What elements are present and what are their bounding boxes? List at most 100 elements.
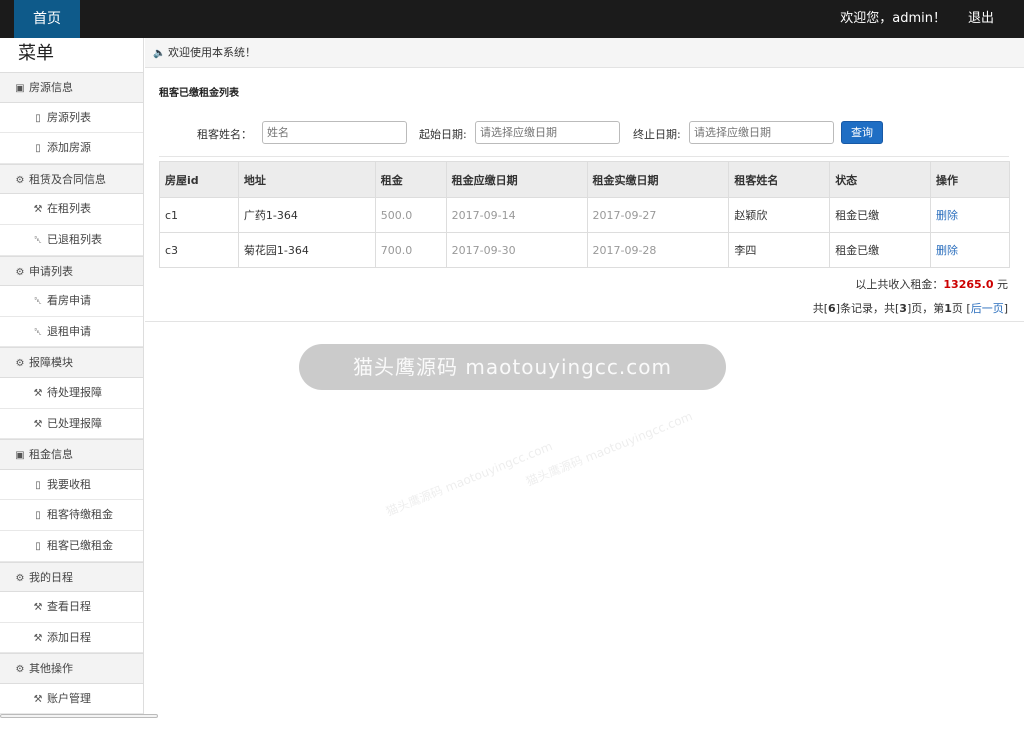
card-icon: ▣ <box>15 83 25 94</box>
speaker-icon: 🔈 <box>153 48 166 59</box>
sidebar-item-label: 退租申请 <box>47 324 91 338</box>
start-date-input[interactable] <box>475 121 620 144</box>
sidebar-item[interactable]: ␡ 看房申请 <box>0 286 143 317</box>
sidebar-item-label: 已处理报障 <box>47 416 102 430</box>
welcome-text: 欢迎您，admin！ <box>840 11 946 26</box>
sidebar-group-label: 我的日程 <box>29 570 73 584</box>
watermark-banner: 猫头鹰源码 maotouyingcc.com <box>299 344 726 390</box>
total-records: 6 <box>828 302 836 315</box>
sidebar-item-label: 我要收租 <box>47 477 91 491</box>
tenant-name-input[interactable] <box>262 121 407 144</box>
pager-text: 页 [ <box>951 302 971 315</box>
gear-icon: ⚙ <box>15 572 25 584</box>
sidebar-item[interactable]: ⚒ 添加日程 <box>0 623 143 654</box>
document-icon: ▯ <box>35 510 41 522</box>
sidebar-group-label: 租赁及合同信息 <box>29 172 106 186</box>
delete-link[interactable]: 删除 <box>936 209 958 222</box>
table-row: c1 广药1-364 500.0 2017-09-14 2017-09-27 赵颖欣 租金已… <box>159 197 1010 233</box>
pager-text: 共[ <box>812 302 829 315</box>
table-row: c3 菊花园1-364 700.0 2017-09-30 2017-09-28 李四 租金已… <box>159 232 1010 268</box>
sidebar-group[interactable]: ▣ 房源信息 <box>0 72 143 103</box>
column-header: 租金应缴日期 <box>445 161 588 198</box>
sidebar-item-label: 已退租列表 <box>47 232 102 246</box>
trash-icon: ␡ <box>34 296 42 308</box>
wrench-icon: ⚒ <box>33 204 43 216</box>
sidebar-group-label: 申请列表 <box>29 264 73 278</box>
column-header: 状态 <box>829 161 932 198</box>
breadcrumb: 🔈 欢迎使用本系统！ <box>145 38 1024 68</box>
document-icon: ▯ <box>35 540 41 552</box>
query-button[interactable]: 查询 <box>841 121 883 144</box>
sidebar-item[interactable]: ⚒ 待处理报障 <box>0 378 143 409</box>
column-header: 租客姓名 <box>728 161 831 198</box>
wrench-icon: ⚒ <box>33 602 43 614</box>
sidebar-item[interactable]: ␡ 退租申请 <box>0 317 143 348</box>
sidebar-scrollbar[interactable] <box>0 714 158 718</box>
action-cell: 删除 <box>930 197 1010 233</box>
sidebar-item-label: 账户管理 <box>47 691 91 705</box>
table-cell: 700.0 <box>374 232 447 268</box>
table-cell: 租金已缴 <box>829 232 932 268</box>
sidebar-item[interactable]: ⚒ 已处理报障 <box>0 409 143 440</box>
table-cell: 2017-09-28 <box>586 232 730 268</box>
table-header-row: 房屋id 地址 租金 租金应缴日期 租金实缴日期 租客姓名 状态 操作 <box>159 161 1010 198</box>
sidebar-group[interactable]: ⚙ 其他操作 <box>0 653 143 684</box>
action-cell: 删除 <box>930 232 1010 268</box>
sidebar-item[interactable]: ▯ 房源列表 <box>0 103 143 134</box>
sidebar-item[interactable]: ⚒ 账户管理 <box>0 684 143 715</box>
sidebar-group[interactable]: ▣ 租金信息 <box>0 439 143 470</box>
sidebar-item-label: 看房申请 <box>47 294 91 308</box>
summary-label: 以上共收入租金： <box>855 278 944 291</box>
document-icon: ▯ <box>35 143 41 155</box>
rent-summary: 以上共收入租金：13265.0 元 <box>855 276 1008 292</box>
sidebar-item-label: 添加日程 <box>47 630 91 644</box>
sidebar-item[interactable]: ▯ 租客已缴租金 <box>0 531 143 562</box>
gear-icon: ⚙ <box>15 266 25 278</box>
side-menu: ▣ 房源信息 ▯ 房源列表 ▯ 添加房源 ⚙ 租赁及合同信息 ⚒ 在租列表 ␡ 已退租列表 ⚙ 申请列表 ␡… <box>0 72 143 715</box>
logout-link[interactable]: 退出 <box>968 0 994 38</box>
pagination: 共[6]条记录，共[3]页，第1页 [后一页] <box>813 300 1008 316</box>
pager-text: ] <box>1003 302 1008 315</box>
sidebar-item[interactable]: ⚒ 在租列表 <box>0 194 143 225</box>
table-cell: 2017-09-30 <box>445 232 588 268</box>
sidebar-group-label: 报障模块 <box>29 356 73 370</box>
delete-link[interactable]: 删除 <box>936 244 958 257</box>
pager-text: ]页，第 <box>906 302 945 315</box>
end-date-input[interactable] <box>689 121 834 144</box>
sidebar-item[interactable]: ▯ 我要收租 <box>0 470 143 501</box>
sidebar-item[interactable]: ␡ 已退租列表 <box>0 225 143 256</box>
top-navbar: 首页 欢迎您，admin！ 退出 <box>0 0 1024 38</box>
sidebar-group[interactable]: ⚙ 我的日程 <box>0 561 143 593</box>
sidebar-item-label: 在租列表 <box>47 202 91 216</box>
gear-icon: ⚙ <box>15 358 25 370</box>
total-pages: 3 <box>899 302 907 315</box>
document-icon: ▯ <box>35 112 41 124</box>
sidebar: 菜单 ▣ 房源信息 ▯ 房源列表 ▯ 添加房源 ⚙ 租赁及合同信息 ⚒ 在租列表 ␡ 已退租列表 ⚙ 申请… <box>0 38 144 715</box>
end-date-label: 终止日期: <box>633 128 681 141</box>
column-header: 操作 <box>930 161 1010 198</box>
rent-table: 房屋id 地址 租金 租金应缴日期 租金实缴日期 租客姓名 状态 操作 c1 广药1-364 50… <box>159 161 1010 268</box>
sidebar-group-label: 租金信息 <box>29 448 73 462</box>
sidebar-item[interactable]: ▯ 添加房源 <box>0 133 143 164</box>
sidebar-group[interactable]: ⚙ 申请列表 <box>0 255 143 287</box>
table-cell: 2017-09-27 <box>586 197 730 233</box>
summary-unit: 元 <box>993 278 1008 291</box>
current-page: 1 <box>944 302 952 315</box>
trash-icon: ␡ <box>34 326 42 338</box>
home-tab[interactable]: 首页 <box>14 0 80 38</box>
trash-icon: ␡ <box>34 234 42 246</box>
column-header: 租金 <box>374 161 447 198</box>
sidebar-item[interactable]: ▯ 租客待缴租金 <box>0 500 143 531</box>
welcome-message: 欢迎使用本系统！ <box>168 46 256 59</box>
sidebar-item[interactable]: ⚒ 查看日程 <box>0 592 143 623</box>
sidebar-group[interactable]: ⚙ 租赁及合同信息 <box>0 163 143 195</box>
table-cell: 2017-09-14 <box>445 197 588 233</box>
wrench-icon: ⚒ <box>33 418 43 430</box>
divider <box>159 156 1009 157</box>
gear-icon: ⚙ <box>15 664 25 676</box>
column-header: 租金实缴日期 <box>586 161 730 198</box>
sidebar-item-label: 添加房源 <box>47 141 91 155</box>
next-page-link[interactable]: 后一页 <box>971 302 1004 315</box>
table-cell: 李四 <box>728 232 831 268</box>
sidebar-group[interactable]: ⚙ 报障模块 <box>0 347 143 378</box>
